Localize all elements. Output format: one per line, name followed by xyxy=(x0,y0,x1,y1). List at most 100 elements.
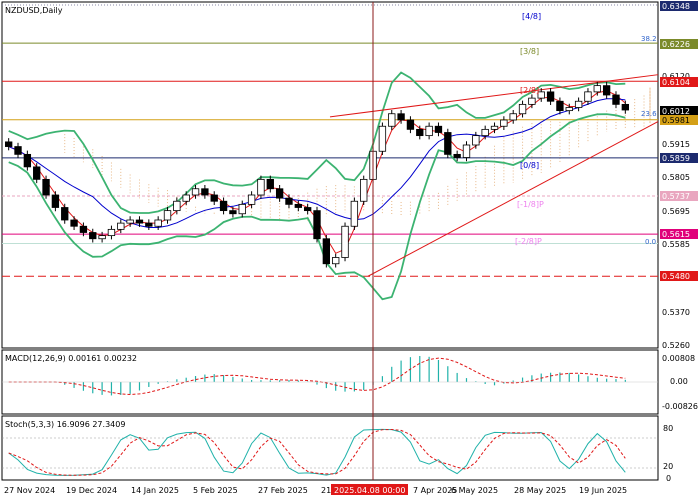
svg-text:0.5981: 0.5981 xyxy=(662,116,690,125)
macd-tick: 0.00808 xyxy=(662,354,695,363)
candle-body xyxy=(257,178,265,196)
candle-body xyxy=(5,141,13,147)
candle-body xyxy=(481,128,489,137)
macd-tick: 0.00 xyxy=(670,377,688,386)
candle-body xyxy=(229,210,237,215)
candle-body xyxy=(98,235,106,240)
candle-body xyxy=(388,113,396,127)
price-tick: 0.5370 xyxy=(662,308,690,317)
price-tick: 0.5805 xyxy=(662,173,690,182)
murrey-0-8-label: [0/8] xyxy=(520,161,539,170)
chart-canvas[interactable]: NZDUSD,Daily MACD(12,26,9) 0.00161 0.002… xyxy=(0,0,700,500)
price-tick: 0.5260 xyxy=(662,341,690,350)
candle-body xyxy=(89,232,97,240)
candle-body xyxy=(294,203,302,208)
time-label: 21 xyxy=(321,486,331,495)
candle-body xyxy=(556,100,564,112)
candle-body xyxy=(406,119,415,130)
time-label: 28 May 2025 xyxy=(514,486,566,495)
candle-body xyxy=(574,100,583,108)
murrey-3-8-label: [3/8] xyxy=(520,47,539,56)
candle-body xyxy=(23,153,32,168)
candle-body xyxy=(602,85,611,96)
candle-body xyxy=(509,113,517,121)
candle-body xyxy=(117,222,125,230)
candle-body xyxy=(584,91,592,102)
candle-body xyxy=(42,178,50,196)
candle-body xyxy=(285,197,293,205)
candle-body xyxy=(612,94,620,105)
time-label: 19 Jun 2025 xyxy=(579,486,627,495)
fib-38-label: 38.2 xyxy=(641,35,657,43)
candle-body xyxy=(593,85,601,93)
candle-body xyxy=(219,200,228,212)
candle-body xyxy=(500,119,508,127)
candle-body xyxy=(201,188,209,196)
svg-text:0.5615: 0.5615 xyxy=(662,230,690,239)
candle-body xyxy=(472,135,480,146)
stoch-tick: 0 xyxy=(666,474,671,483)
time-label: 5 Feb 2025 xyxy=(193,486,238,495)
candle-body xyxy=(210,194,218,202)
candle-body xyxy=(51,194,60,208)
candle-body xyxy=(154,219,162,227)
candle-body xyxy=(322,238,331,265)
candle-body xyxy=(434,125,443,133)
candle-body xyxy=(621,103,629,111)
candle-body xyxy=(79,225,88,233)
candle-body xyxy=(425,125,433,137)
candle-body xyxy=(33,166,41,180)
candle-body xyxy=(107,228,116,237)
candle-body xyxy=(247,194,256,205)
candle-body xyxy=(275,188,284,199)
candle-body xyxy=(565,107,573,112)
candle-body xyxy=(14,146,22,155)
candle-body xyxy=(332,257,340,265)
candle-body xyxy=(341,225,349,258)
candle-body xyxy=(303,207,312,212)
svg-text:0.5859: 0.5859 xyxy=(662,154,690,163)
candle-body xyxy=(397,113,405,121)
candle-body xyxy=(145,222,153,227)
candle-body xyxy=(266,178,274,190)
candle-body xyxy=(238,203,246,215)
candle-body xyxy=(135,219,144,224)
candle-body xyxy=(360,178,368,202)
svg-text:0.6104: 0.6104 xyxy=(662,78,690,87)
price-tick: 0.5695 xyxy=(662,207,690,216)
time-cursor-label: 2025.04.08 00:00 xyxy=(334,486,405,495)
candle-body xyxy=(462,144,471,158)
time-label: 27 Feb 2025 xyxy=(258,486,308,495)
fib-0-label: 0.0 xyxy=(645,238,656,246)
candle-body xyxy=(163,210,172,221)
time-label: 27 Nov 2024 xyxy=(4,486,55,495)
svg-text:0.6226: 0.6226 xyxy=(662,40,690,49)
candle-body xyxy=(173,200,181,212)
candle-body xyxy=(313,210,321,240)
svg-text:0.6348: 0.6348 xyxy=(662,2,690,11)
stoch-title: Stoch(5,3,3) 16.9096 27.3409 xyxy=(5,420,125,429)
murrey-4-8-label: [4/8] xyxy=(522,12,541,21)
candle-body xyxy=(61,207,69,221)
price-tick: 0.5915 xyxy=(662,140,690,149)
stoch-tick: 80 xyxy=(663,424,673,433)
stoch-tick: 20 xyxy=(663,462,673,471)
macd-tick: -0.00826 xyxy=(662,402,698,411)
candle-body xyxy=(182,194,190,202)
candle-body xyxy=(453,153,461,158)
svg-text:0.6012: 0.6012 xyxy=(662,107,690,116)
trading-chart[interactable]: NZDUSD,Daily MACD(12,26,9) 0.00161 0.002… xyxy=(0,0,700,500)
price-tick: 0.5585 xyxy=(662,240,690,249)
time-label: 19 Dec 2024 xyxy=(66,486,117,495)
candle-body xyxy=(546,91,555,102)
symbol-title: NZDUSD,Daily xyxy=(5,6,63,15)
time-label: 14 Jan 2025 xyxy=(131,486,179,495)
candle-body xyxy=(444,132,452,155)
candle-body xyxy=(126,219,134,224)
candle-body xyxy=(70,219,78,227)
candle-body xyxy=(350,200,359,227)
murrey-neg1-label: [-1/8]P xyxy=(517,200,544,209)
candle-body xyxy=(490,125,499,130)
macd-title: MACD(12,26,9) 0.00161 0.00232 xyxy=(5,354,137,363)
svg-text:0.5480: 0.5480 xyxy=(662,272,690,281)
